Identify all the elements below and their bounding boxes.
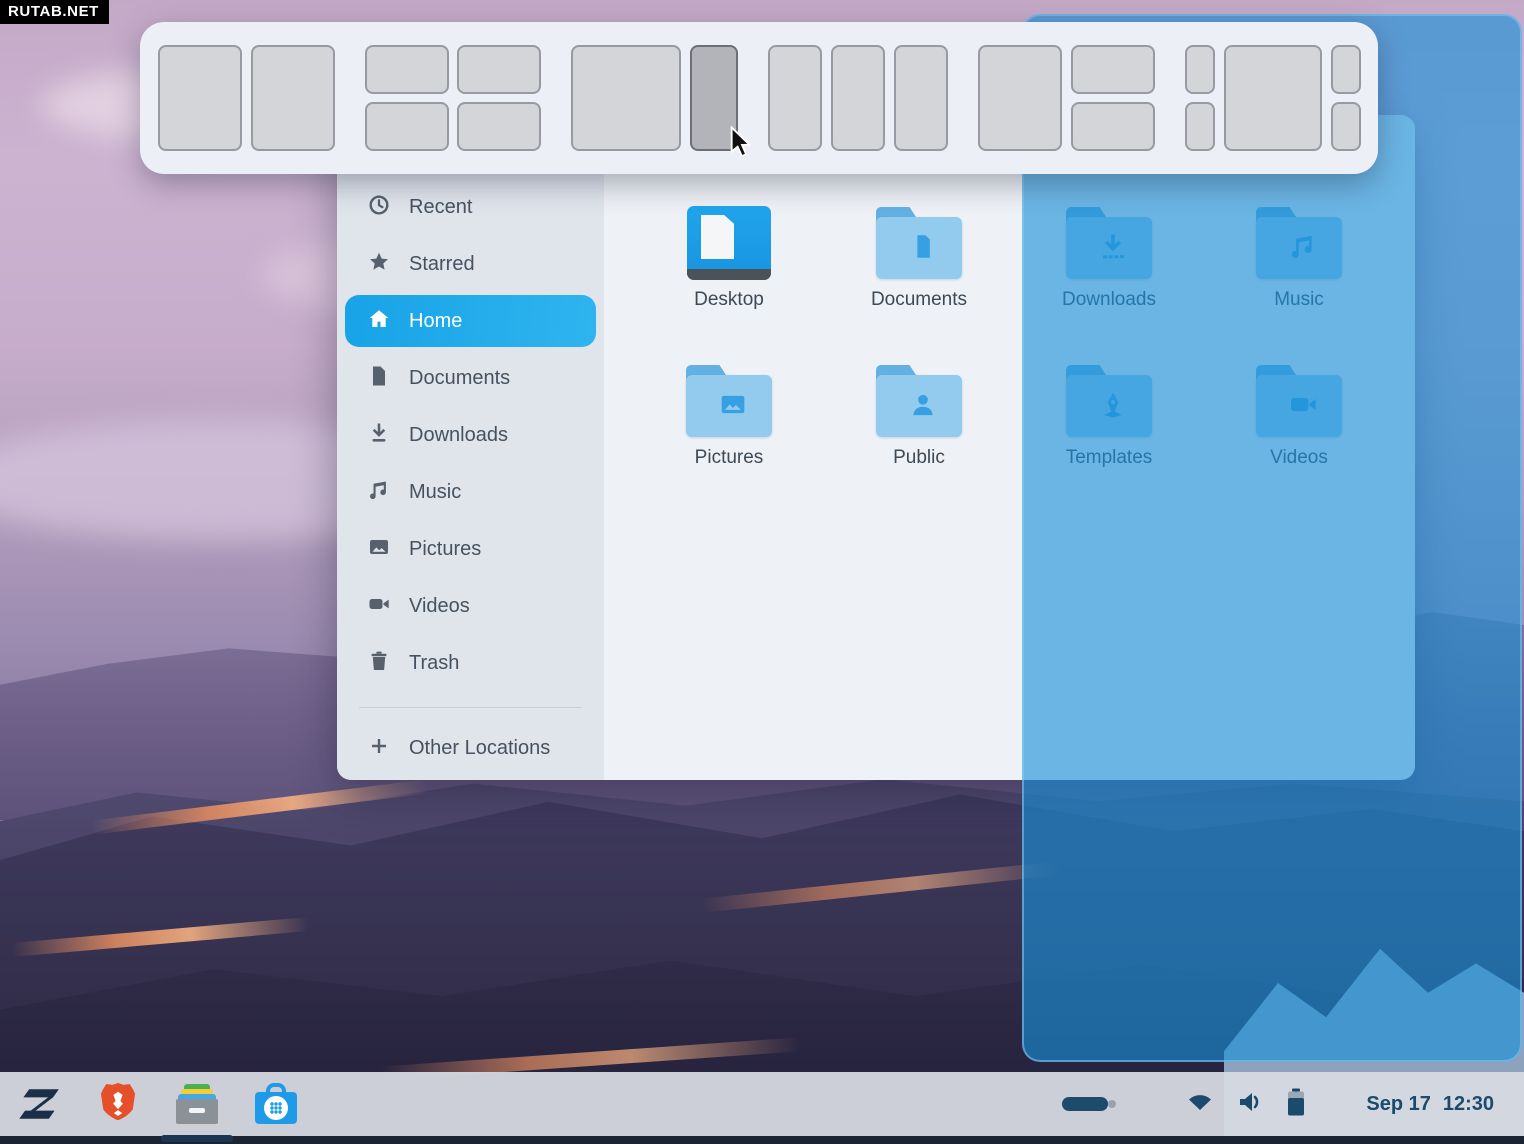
document-icon: [367, 364, 391, 393]
desktop-folder-icon: [686, 205, 772, 281]
tiling-layout-popup: [140, 22, 1378, 174]
star-icon: [367, 250, 391, 279]
sidebar-item-label: Other Locations: [409, 737, 550, 760]
tile-region-wide-left[interactable]: [978, 45, 1062, 151]
video-camera-icon: [367, 592, 391, 621]
folder-label: Public: [893, 447, 945, 469]
tile-layout-wide-left-narrow-right[interactable]: [571, 45, 738, 151]
folder-item-pictures[interactable]: Pictures: [634, 363, 824, 521]
sidebar-item-pictures[interactable]: Pictures: [345, 523, 596, 575]
sidebar-item-label: Recent: [409, 196, 472, 219]
home-icon: [367, 307, 391, 336]
mouse-cursor: [728, 126, 758, 165]
folder-label: Pictures: [695, 447, 764, 469]
sidebar-item-starred[interactable]: Starred: [345, 238, 596, 290]
folder-item-public[interactable]: Public: [824, 363, 1014, 521]
sidebar-divider: [359, 707, 582, 708]
tile-region-top-right[interactable]: [457, 45, 541, 94]
tile-layout-two-columns[interactable]: [158, 45, 335, 151]
brave-browser-icon: [97, 1081, 139, 1127]
tile-region-wide-left[interactable]: [571, 45, 681, 151]
taskbar: Sep 17 12:30: [0, 1072, 1524, 1136]
sidebar-item-videos[interactable]: Videos: [345, 580, 596, 632]
tile-region-top-right[interactable]: [1071, 45, 1155, 94]
sidebar-item-label: Music: [409, 481, 461, 504]
brave-browser-button[interactable]: [95, 1081, 141, 1127]
folder-label: Documents: [871, 289, 967, 311]
files-app-button[interactable]: [174, 1081, 220, 1127]
sidebar-item-label: Starred: [409, 253, 475, 276]
tile-region-right[interactable]: [251, 45, 335, 151]
sidebar-item-documents[interactable]: Documents: [345, 352, 596, 404]
tile-region-right[interactable]: [894, 45, 948, 151]
sidebar-item-label: Home: [409, 310, 462, 333]
sidebar-item-label: Pictures: [409, 538, 481, 561]
tile-region-bottom-right[interactable]: [1331, 102, 1361, 151]
workspace-inactive-indicator[interactable]: [1108, 1100, 1116, 1108]
software-store-button[interactable]: [253, 1081, 299, 1127]
taskbar-app-launchers: [0, 1081, 299, 1127]
files-app-icon: [176, 1084, 218, 1124]
software-store-icon: [254, 1083, 298, 1125]
trash-icon: [367, 649, 391, 678]
desktop: RUTAB.NET × Recent Starred Home: [0, 0, 1524, 1144]
tile-region-left[interactable]: [768, 45, 822, 151]
tile-region-bottom-right[interactable]: [457, 102, 541, 151]
folder-label: Desktop: [694, 289, 764, 311]
tile-region-center[interactable]: [1224, 45, 1322, 151]
zorin-menu-button[interactable]: [16, 1081, 62, 1127]
sidebar-item-label: Documents: [409, 367, 510, 390]
sidebar-item-music[interactable]: Music: [345, 466, 596, 518]
tile-region-top-left[interactable]: [365, 45, 449, 94]
volume-icon[interactable]: [1236, 1089, 1264, 1120]
tile-region-top-left[interactable]: [1185, 45, 1215, 94]
pictures-folder-icon: [686, 363, 772, 439]
tile-layout-wide-left-stacked-right[interactable]: [978, 45, 1155, 151]
date-label: Sep 17: [1366, 1093, 1430, 1116]
tile-layout-three-columns[interactable]: [768, 45, 948, 151]
workspace-switcher[interactable]: [1062, 1097, 1116, 1111]
sidebar-item-trash[interactable]: Trash: [345, 637, 596, 689]
taskbar-system-tray: Sep 17 12:30: [1062, 1087, 1524, 1122]
battery-icon[interactable]: [1286, 1087, 1306, 1122]
tile-region-bottom-left[interactable]: [1185, 102, 1215, 151]
documents-folder-icon: [876, 205, 962, 281]
file-manager-sidebar: Recent Starred Home Documents Downloads: [337, 115, 604, 780]
tile-region-bottom-right[interactable]: [1071, 102, 1155, 151]
sidebar-item-label: Videos: [409, 595, 470, 618]
download-icon: [367, 421, 391, 450]
tile-region-center[interactable]: [831, 45, 885, 151]
tile-region-bottom-left[interactable]: [365, 102, 449, 151]
tile-region-left[interactable]: [158, 45, 242, 151]
tile-layout-center-main-side-quarters[interactable]: [1185, 45, 1361, 151]
plus-icon: [367, 734, 391, 763]
sidebar-item-home[interactable]: Home: [345, 295, 596, 347]
tile-region-top-right[interactable]: [1331, 45, 1361, 94]
folder-item-desktop[interactable]: Desktop: [634, 205, 824, 363]
music-note-icon: [367, 478, 391, 507]
date-time[interactable]: Sep 17 12:30: [1366, 1093, 1494, 1116]
zorin-logo-icon: [16, 1084, 62, 1124]
sidebar-item-recent[interactable]: Recent: [345, 181, 596, 233]
sidebar-item-label: Trash: [409, 652, 459, 675]
sidebar-item-downloads[interactable]: Downloads: [345, 409, 596, 461]
time-label: 12:30: [1443, 1093, 1494, 1116]
files-running-indicator: [161, 1135, 233, 1142]
folder-item-documents[interactable]: Documents: [824, 205, 1014, 363]
public-folder-icon: [876, 363, 962, 439]
sidebar-item-label: Downloads: [409, 424, 508, 447]
clock-icon: [367, 193, 391, 222]
image-icon: [367, 535, 391, 564]
watermark-label: RUTAB.NET: [0, 0, 109, 24]
wifi-icon[interactable]: [1186, 1090, 1214, 1119]
workspace-active-indicator[interactable]: [1062, 1097, 1108, 1111]
tile-layout-grid-2x2[interactable]: [365, 45, 541, 151]
sidebar-item-other-locations[interactable]: Other Locations: [345, 722, 596, 774]
